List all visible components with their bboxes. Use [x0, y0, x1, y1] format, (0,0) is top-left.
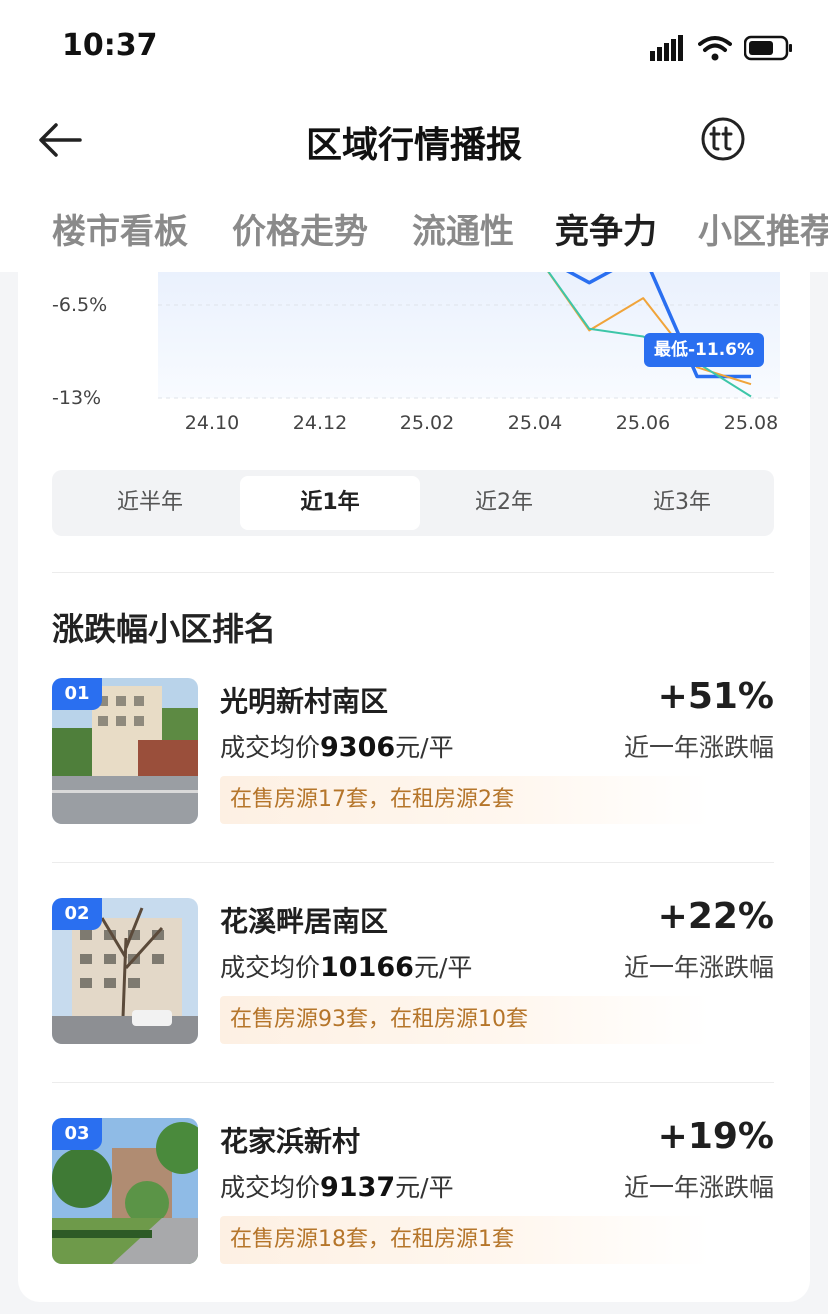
x-tick-label: 25.04 — [507, 412, 563, 434]
wifi-icon — [698, 36, 732, 61]
signal-icon — [650, 35, 683, 61]
change-label: 近一年涨跌幅 — [623, 1173, 774, 1202]
tab-community-recommend[interactable]: 小区推荐 — [698, 204, 828, 253]
x-tick-label: 25.06 — [615, 412, 671, 434]
x-tick-label: 25.08 — [723, 412, 779, 434]
community-name: 花溪畔居南区 — [220, 905, 389, 938]
price-value: 10166 — [320, 952, 414, 983]
period-2-years[interactable]: 近2年 — [414, 476, 594, 530]
ranking-item[interactable]: 01 光明新村南区 成交均价9306元/平 +51% 近一年涨跌幅 在售房源17… — [18, 676, 810, 838]
community-name: 光明新村南区 — [220, 685, 389, 718]
price-change-chart: -6.5% -13% 24.10 24.12 25.02 25.04 25.06… — [18, 272, 810, 462]
price-prefix: 成交均价 — [220, 1173, 321, 1202]
x-tick-label: 24.10 — [184, 412, 240, 434]
avg-price: 成交均价9306元/平 — [220, 728, 454, 764]
tab-market-board[interactable]: 楼市看板 — [52, 204, 188, 253]
divider — [52, 1082, 774, 1083]
content-card: -6.5% -13% 24.10 24.12 25.02 25.04 25.06… — [18, 272, 810, 1302]
x-tick-label: 25.02 — [399, 412, 455, 434]
tab-liquidity[interactable]: 流通性 — [412, 204, 514, 253]
change-label: 近一年涨跌幅 — [623, 953, 774, 982]
change-percent: +22% — [657, 896, 774, 937]
font-size-toggle-icon[interactable] — [700, 116, 746, 162]
listing-supply: 在售房源17套，在租房源2套 — [220, 776, 710, 824]
battery-icon — [744, 35, 792, 61]
price-unit: 元/平 — [395, 733, 454, 762]
x-tick-label: 24.12 — [292, 412, 348, 434]
rank-badge: 02 — [52, 898, 102, 930]
community-photo: 02 — [52, 898, 198, 1044]
price-value: 9137 — [320, 1172, 396, 1203]
price-unit: 元/平 — [395, 1173, 454, 1202]
change-percent: +19% — [657, 1116, 774, 1157]
price-prefix: 成交均价 — [220, 733, 321, 762]
price-value: 9306 — [320, 732, 396, 763]
divider — [52, 572, 774, 573]
y-tick-label: -13% — [52, 387, 102, 409]
avg-price: 成交均价9137元/平 — [220, 1168, 454, 1204]
status-icons — [650, 30, 794, 66]
divider — [52, 862, 774, 863]
change-percent: +51% — [657, 676, 774, 717]
nav-bar: 区域行情播报 — [0, 96, 828, 188]
price-unit: 元/平 — [413, 953, 473, 982]
period-3-years[interactable]: 近3年 — [592, 476, 772, 530]
avg-price: 成交均价10166元/平 — [220, 948, 472, 984]
listing-supply: 在售房源18套，在租房源1套 — [220, 1216, 710, 1264]
status-bar: 10:37 — [0, 0, 828, 96]
rank-badge: 03 — [52, 1118, 102, 1150]
period-selector: 近半年 近1年 近2年 近3年 — [52, 470, 774, 536]
rank-badge: 01 — [52, 678, 102, 710]
status-time: 10:37 — [62, 28, 158, 63]
y-tick-label: -6.5% — [52, 294, 108, 316]
min-value-tooltip: 最低-11.6% — [644, 333, 765, 367]
ranking-item[interactable]: 02 花溪畔居南区 成交均价10166元/平 +22% 近一年涨跌幅 在售房源9… — [18, 896, 810, 1058]
ranking-title: 涨跌幅小区排名 — [52, 610, 277, 648]
community-photo: 03 — [52, 1118, 198, 1264]
change-label: 近一年涨跌幅 — [623, 733, 774, 762]
tab-bar: 楼市看板 价格走势 流通性 竞争力 小区推荐 — [0, 188, 828, 272]
tab-competitiveness[interactable]: 竞争力 — [555, 204, 657, 253]
community-name: 花家浜新村 — [220, 1125, 361, 1158]
tab-price-trend[interactable]: 价格走势 — [232, 204, 368, 253]
price-prefix: 成交均价 — [220, 953, 321, 982]
period-half-year[interactable]: 近半年 — [60, 476, 240, 530]
community-photo: 01 — [52, 678, 198, 824]
listing-supply: 在售房源93套，在租房源10套 — [220, 996, 710, 1044]
period-1-year[interactable]: 近1年 — [240, 476, 420, 530]
ranking-item[interactable]: 03 花家浜新村 成交均价9137元/平 +19% 近一年涨跌幅 在售房源18套… — [18, 1116, 810, 1278]
